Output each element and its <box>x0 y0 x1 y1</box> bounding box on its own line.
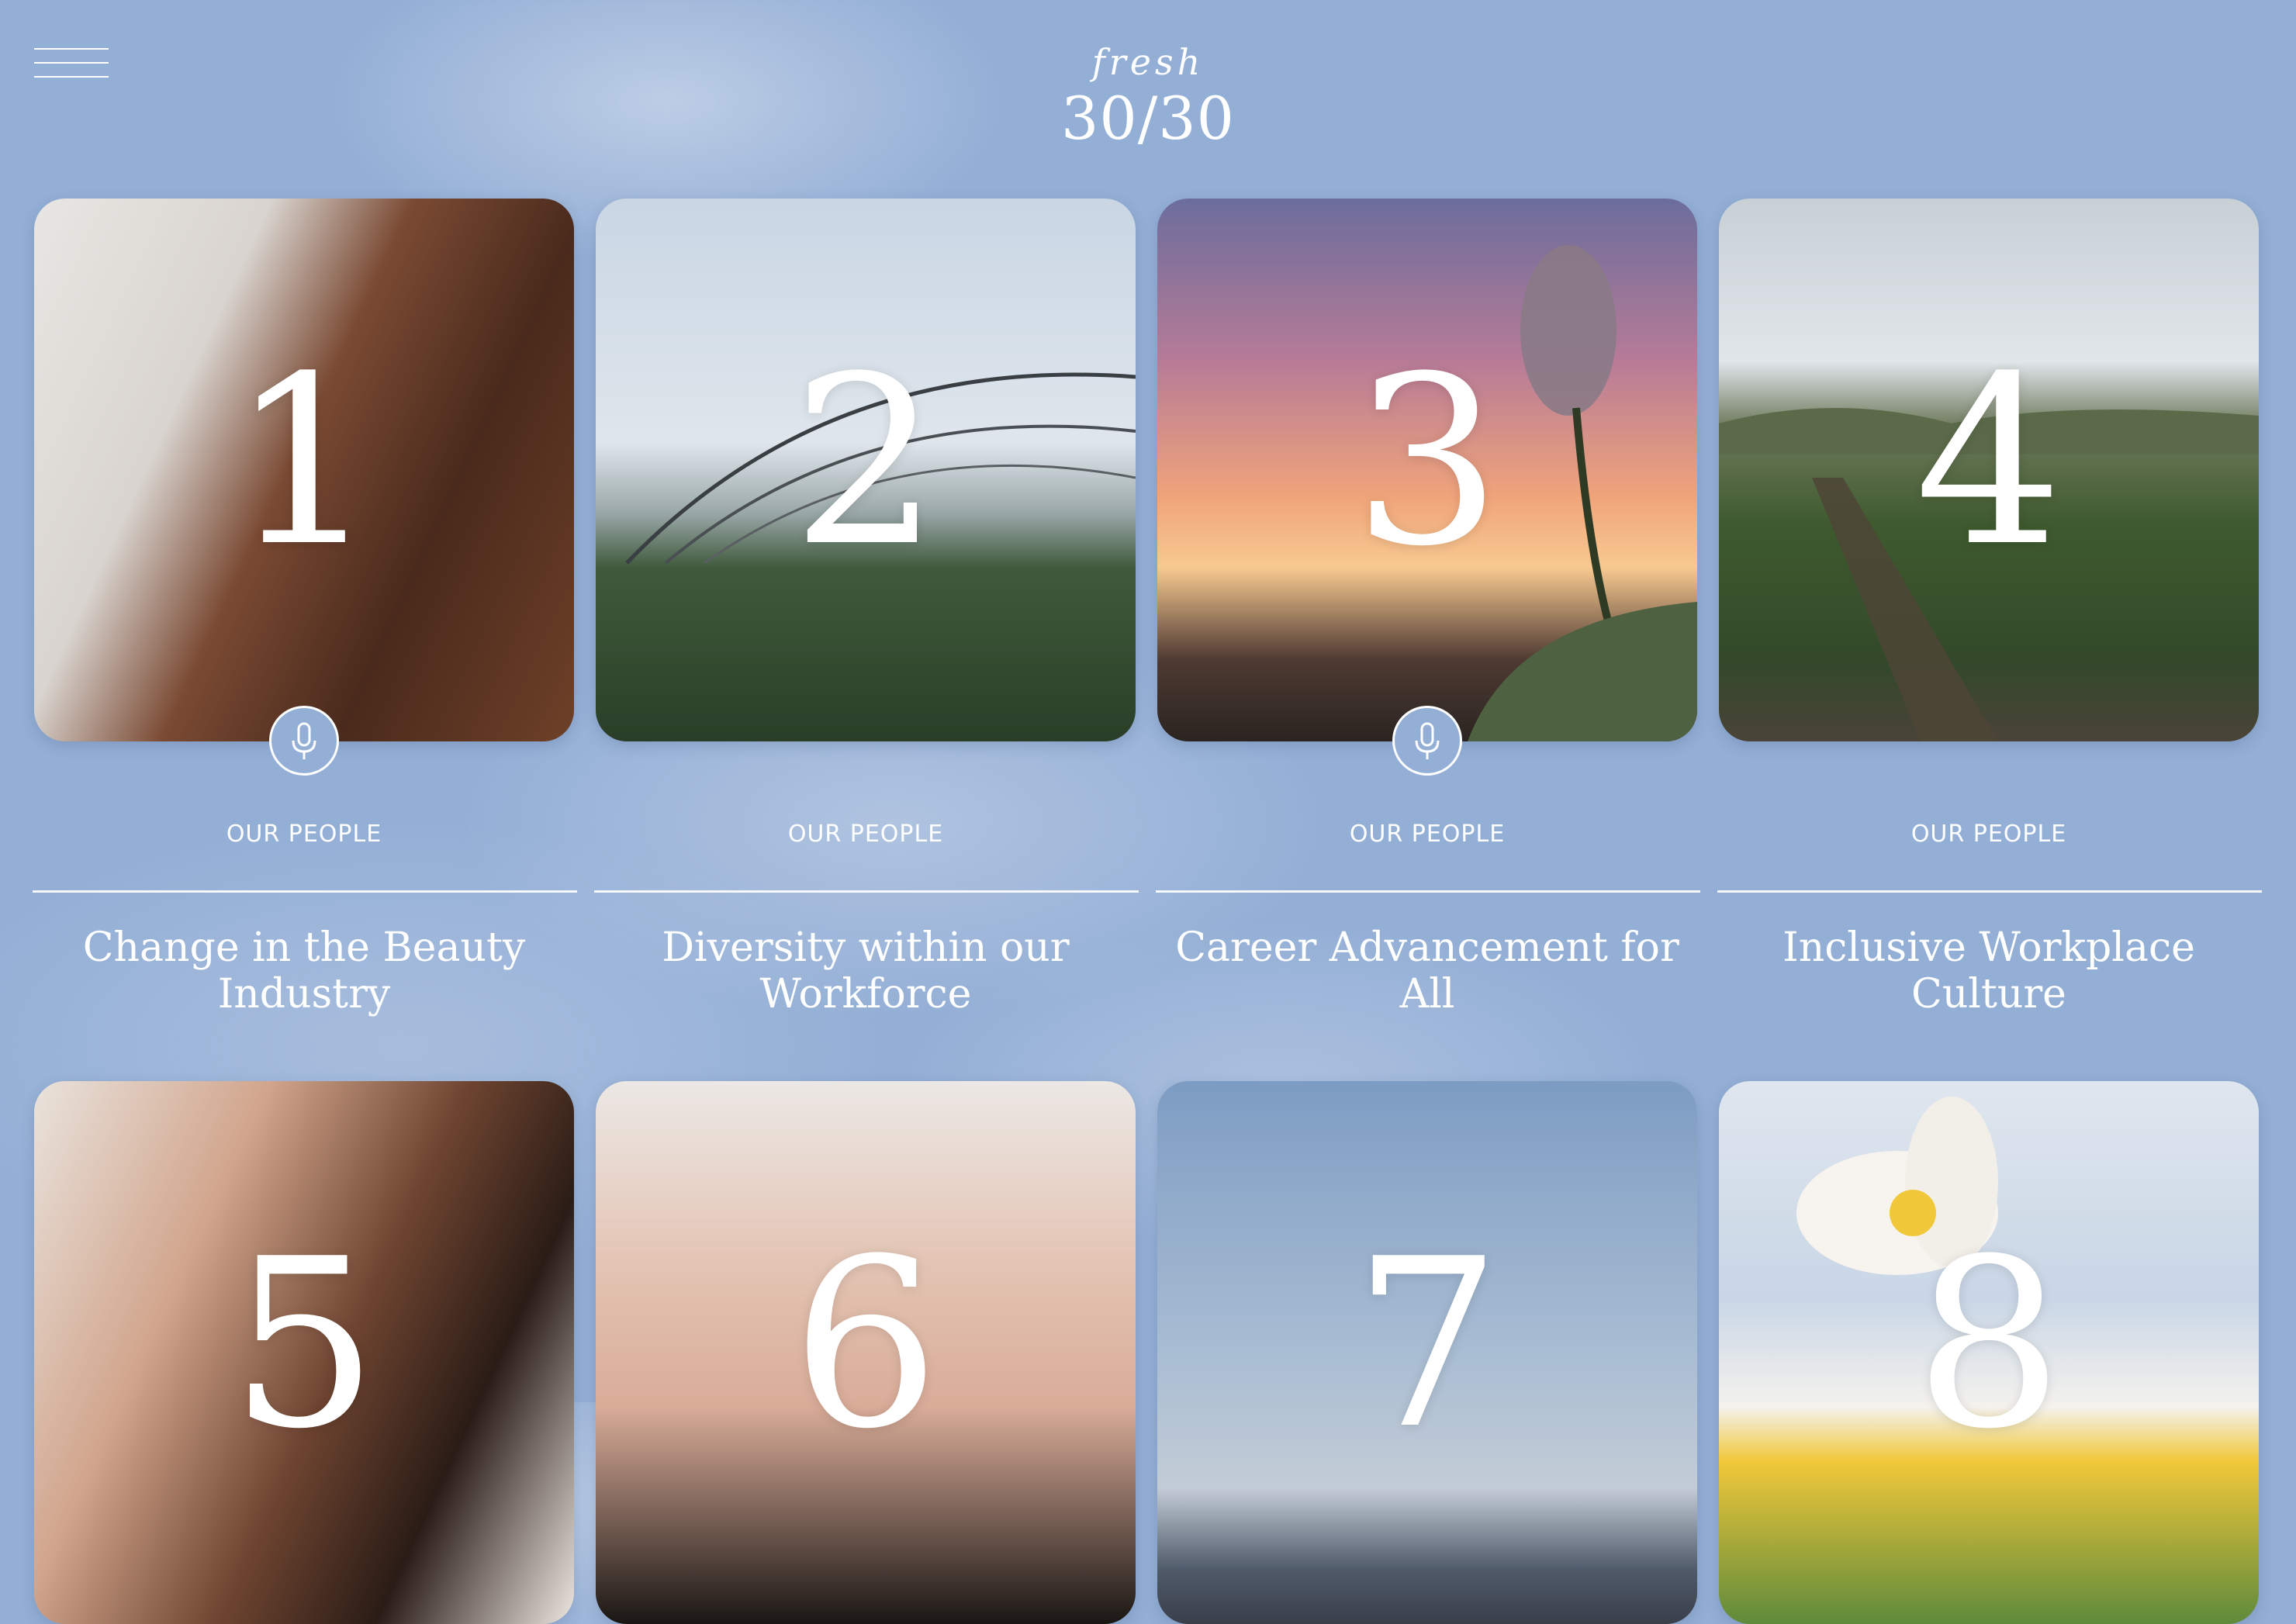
card-photo[interactable]: 6 <box>596 1081 1136 1624</box>
campaign-title: 30/30 <box>1060 84 1236 153</box>
audio-button[interactable] <box>269 706 339 776</box>
audio-button[interactable] <box>1392 706 1462 776</box>
card-photo[interactable]: 1 <box>34 199 574 741</box>
card-photo[interactable]: 5 <box>34 1081 574 1624</box>
card-number: 3 <box>1353 327 1502 597</box>
card-title[interactable]: Career Advancement for All <box>1173 924 1682 1018</box>
brand-logo[interactable]: fresh 30/30 <box>993 40 1303 154</box>
divider <box>33 890 577 893</box>
card-number: 1 <box>230 327 379 597</box>
card-category: OUR PEOPLE <box>1910 821 2067 848</box>
divider <box>594 890 1139 893</box>
card-number: 2 <box>791 327 940 597</box>
hamburger-menu-icon <box>34 48 109 50</box>
card-title[interactable]: Inclusive Workplace Culture <box>1734 924 2243 1018</box>
card-category: OUR PEOPLE <box>787 821 944 848</box>
card-number: 4 <box>1914 327 2063 597</box>
card-photo[interactable]: 7 <box>1157 1081 1697 1624</box>
card-number: 5 <box>230 1209 379 1480</box>
card-photo[interactable]: 8 <box>1719 1081 2259 1624</box>
card-title[interactable]: Change in the Beauty Industry <box>50 924 558 1018</box>
card-number: 6 <box>791 1209 940 1480</box>
brand-name: fresh <box>1091 41 1205 83</box>
menu-button[interactable] <box>34 48 109 78</box>
card-number: 8 <box>1914 1209 2063 1480</box>
card-category: OUR PEOPLE <box>1349 821 1506 848</box>
card-number: 7 <box>1353 1209 1502 1480</box>
divider <box>1156 890 1700 893</box>
divider <box>1717 890 2262 893</box>
card-title[interactable]: Diversity within our Workforce <box>611 924 1120 1018</box>
card-photo[interactable]: 4 <box>1719 199 2259 741</box>
microphone-icon <box>1415 722 1440 759</box>
card-photo[interactable]: 3 <box>1157 199 1697 741</box>
card-category: OUR PEOPLE <box>226 821 382 848</box>
card-photo[interactable]: 2 <box>596 199 1136 741</box>
microphone-icon <box>292 722 316 759</box>
